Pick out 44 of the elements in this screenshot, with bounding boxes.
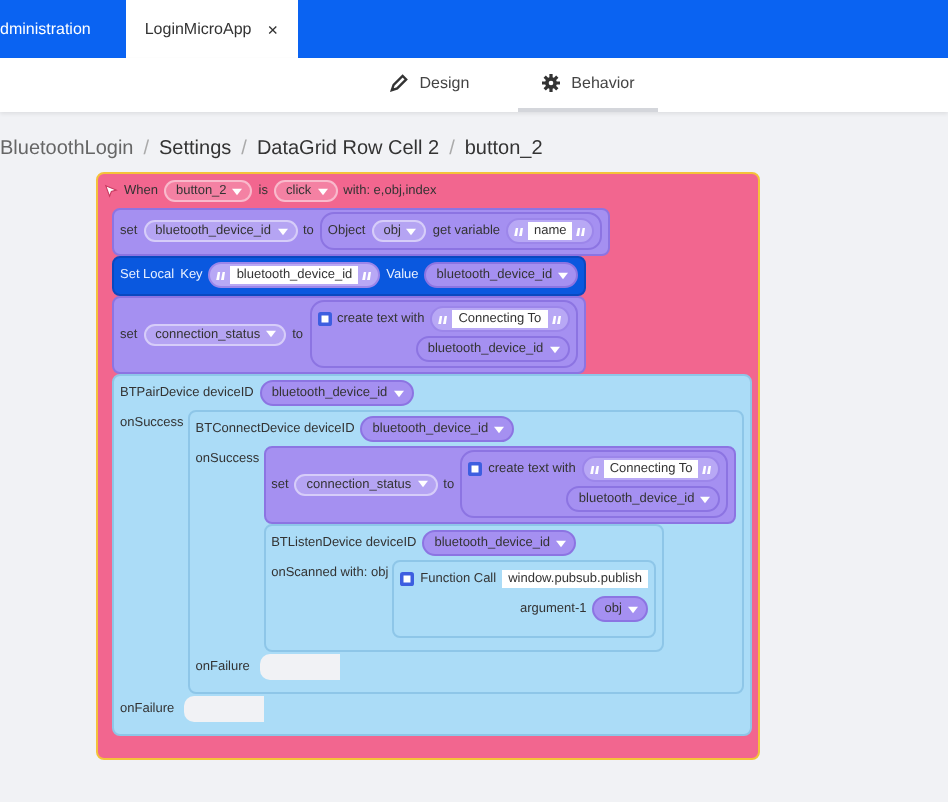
quote-icon xyxy=(702,465,713,473)
empty-slot xyxy=(184,696,264,722)
breadcrumb-link[interactable]: BluetoothLogin xyxy=(0,137,134,159)
tab[interactable]: dministration xyxy=(0,0,111,58)
breadcrumb-separator: / xyxy=(143,137,150,159)
quote-icon xyxy=(438,315,449,323)
caret-icon xyxy=(558,271,569,279)
tab[interactable]: LoginMicroApp × xyxy=(126,0,298,58)
quote-icon xyxy=(362,271,373,279)
caret-icon xyxy=(393,389,404,397)
quote-icon xyxy=(216,271,227,279)
pointer-icon xyxy=(104,184,118,198)
code-block[interactable] xyxy=(187,410,745,694)
quote-icon xyxy=(514,227,525,235)
breadcrumb-link[interactable]: button_2 xyxy=(464,137,543,159)
square-icon[interactable] xyxy=(317,312,331,326)
caret-icon xyxy=(406,227,417,235)
caret-icon xyxy=(317,187,328,195)
caret-icon xyxy=(556,539,567,547)
caret-icon xyxy=(700,495,711,503)
quote-icon xyxy=(576,227,587,235)
caret-icon xyxy=(549,345,560,353)
caret-icon xyxy=(277,227,287,235)
square-icon[interactable] xyxy=(468,462,483,476)
code-block[interactable] xyxy=(96,172,761,760)
pencil-icon xyxy=(389,74,408,92)
view-tab[interactable]: Design xyxy=(365,58,494,112)
square-icon[interactable] xyxy=(400,572,415,586)
settings-icon xyxy=(541,74,560,92)
view-tab[interactable]: Behavior xyxy=(517,58,659,112)
breadcrumb-link[interactable]: Settings xyxy=(159,137,232,159)
breadcrumb-link[interactable]: DataGrid Row Cell 2 xyxy=(256,137,440,159)
empty-slot xyxy=(259,654,340,680)
breadcrumb-separator: / xyxy=(241,137,247,159)
caret-icon xyxy=(417,480,428,488)
caret-icon xyxy=(494,425,505,433)
caret-icon xyxy=(232,187,243,195)
quote-icon xyxy=(589,465,600,473)
caret-icon xyxy=(627,605,638,613)
close-button[interactable]: × xyxy=(267,19,278,39)
breadcrumb-separator: / xyxy=(449,137,455,159)
caret-icon xyxy=(266,330,277,338)
code-block[interactable] xyxy=(112,374,753,736)
quote-icon xyxy=(551,315,562,323)
